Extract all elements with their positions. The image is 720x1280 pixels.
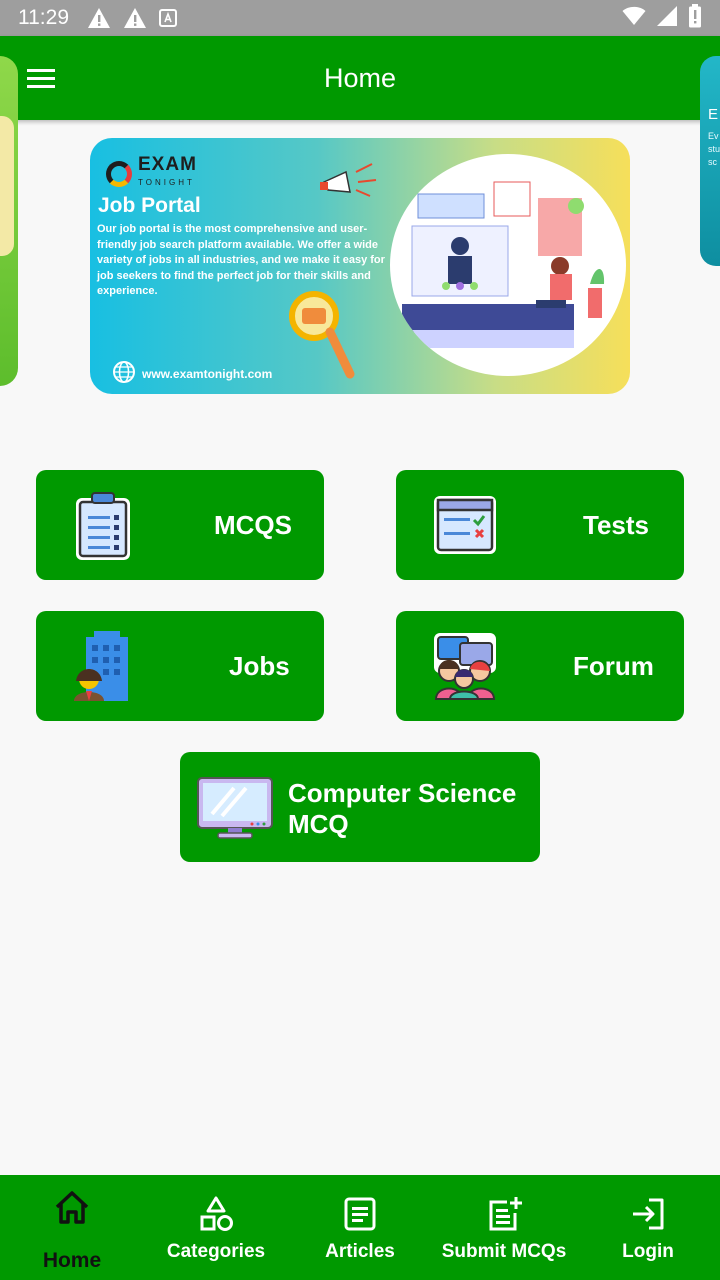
banner-carousel[interactable]: E Ev stu sc EXAM TONIGHT Job Portal Our j… (0, 0, 720, 410)
banner-description: Our job portal is the most comprehensive… (97, 223, 385, 297)
nav-categories[interactable]: Categories (144, 1175, 288, 1280)
jobs-label: Jobs (229, 651, 290, 681)
mcqs-label: MCQS (214, 510, 292, 540)
logo-word: EXAM TONIGHT (138, 154, 197, 187)
nav-home[interactable]: Home (0, 1175, 144, 1280)
slide-snippet: Ev stu sc (708, 131, 720, 167)
carousel-slide-previous[interactable] (0, 56, 18, 386)
job-search-illustration (390, 154, 626, 376)
tests-label: Tests (583, 510, 649, 540)
categories-shapes-icon (197, 1195, 235, 1233)
test-form-icon (432, 494, 504, 566)
nav-submit-mcqs[interactable]: Submit MCQs (432, 1175, 576, 1280)
website-link[interactable]: www.examtonight.com (112, 360, 272, 387)
bottom-navigation: Home Categories Articles Submit MCQs Log… (0, 1175, 720, 1280)
article-icon (341, 1195, 379, 1233)
login-icon (629, 1195, 667, 1233)
nav-articles[interactable]: Articles (288, 1175, 432, 1280)
home-icon (53, 1189, 91, 1227)
map-illustration (0, 116, 14, 256)
nav-login-label: Login (622, 1241, 674, 1262)
cs-label-line2: MCQ (288, 809, 349, 839)
mcqs-tile[interactable]: MCQS (36, 470, 324, 580)
nav-login[interactable]: Login (576, 1175, 720, 1280)
clipboard-icon (72, 490, 144, 562)
computer-monitor-icon (196, 776, 276, 848)
banner-heading: Job Portal (98, 194, 201, 217)
computer-science-label: Computer Science MCQ (288, 778, 516, 840)
cs-label-line1: Computer Science (288, 778, 517, 808)
nav-articles-label: Articles (325, 1241, 395, 1262)
globe-icon (112, 360, 136, 387)
forum-label: Forum (573, 651, 654, 681)
computer-science-mcq-tile[interactable]: Computer Science MCQ (180, 752, 540, 862)
job-portal-banner[interactable]: EXAM TONIGHT Job Portal Our job portal is… (90, 138, 630, 394)
megaphone-icon (320, 158, 380, 207)
examtonight-logo: EXAM TONIGHT (106, 154, 197, 192)
website-url: www.examtonight.com (142, 366, 273, 381)
post-add-icon (485, 1195, 523, 1233)
slide-title: E (708, 106, 719, 123)
forum-tile[interactable]: Forum (396, 611, 684, 721)
jobs-tile[interactable]: Jobs (36, 611, 324, 721)
nav-categories-label: Categories (166, 1241, 266, 1262)
forum-people-icon (432, 631, 504, 703)
nav-submit-label: Submit MCQs (441, 1241, 567, 1262)
carousel-slide-next[interactable]: E Ev stu sc (700, 56, 720, 266)
magnifier-icon (288, 290, 358, 385)
nav-home-label: Home (42, 1249, 102, 1272)
job-building-icon (72, 629, 144, 701)
logo-mark-icon (106, 161, 132, 187)
tests-tile[interactable]: Tests (396, 470, 684, 580)
